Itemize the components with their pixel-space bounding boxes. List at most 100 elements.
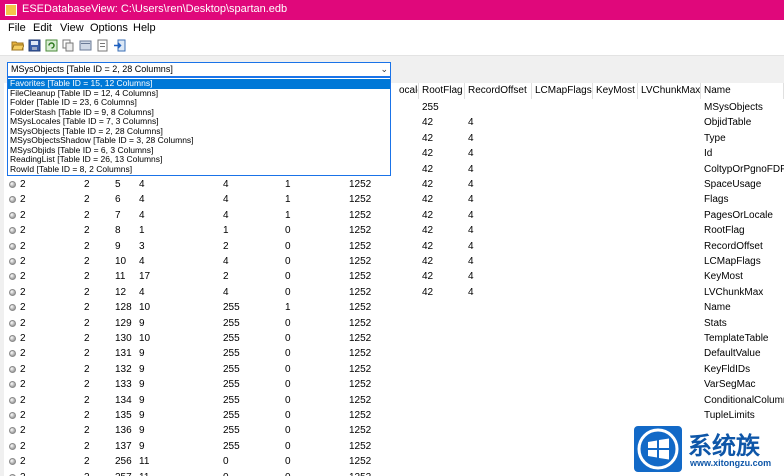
watermark-url: www.xitongzu.com [690, 458, 772, 468]
grid-cell-c5: 255 [223, 410, 240, 421]
grid-cell-c4: 9 [139, 394, 145, 406]
grid-cell-root-flag: 42 [422, 209, 434, 221]
row-status-icon [9, 335, 16, 342]
grid-cell-c5: 255 [223, 333, 240, 344]
grid-cell-locale: 1252 [349, 379, 372, 391]
grid-cell-c1: 2 [20, 194, 26, 206]
grid-cell-c5: 4 [223, 209, 229, 221]
properties-icon[interactable] [96, 39, 109, 52]
grid-cell-c2: 2 [84, 456, 90, 468]
column-header-locale[interactable]: ocale [396, 83, 419, 99]
grid-cell-c3: 137 [115, 440, 132, 452]
table-selector[interactable]: MSysObjects [Table ID = 2, 28 Columns] ⌄ [7, 62, 391, 77]
table-option[interactable]: RowId [Table ID = 8, 2 Columns] [8, 164, 390, 175]
row-status-icon [9, 427, 16, 435]
grid-cell-name: PagesOrLocale [704, 209, 773, 221]
grid-cell-c6: 0 [285, 425, 291, 437]
grid-cell-c5: 4 [223, 179, 229, 190]
grid-cell-c5: 2 [223, 240, 229, 252]
table-selector-dropdown[interactable]: Favorites [Table ID = 15, 12 Columns] Fil… [7, 77, 391, 176]
grid-cell-root-flag: 42 [422, 286, 434, 298]
grid-cell-c3: 5 [115, 179, 121, 190]
grid-cell-c6: 0 [285, 456, 291, 468]
grid-cell-locale: 1252 [349, 425, 372, 437]
grid-cell-c5: 1 [223, 225, 229, 237]
column-header-name[interactable]: Name [701, 83, 784, 99]
row-status-icon [9, 211, 16, 219]
grid-cell-c2: 2 [84, 286, 90, 298]
row-status-icon [9, 273, 16, 281]
grid-cell-c6: 0 [285, 440, 291, 452]
save-icon[interactable] [28, 39, 41, 52]
row-status-icon [9, 365, 16, 373]
grid-cell-c4: 9 [139, 379, 145, 391]
grid-cell-c3: 131 [115, 348, 132, 360]
menu-help[interactable]: Help [133, 22, 156, 34]
grid-cell-root-flag: 42 [422, 194, 434, 206]
exit-icon[interactable] [113, 39, 126, 52]
column-header-key-most[interactable]: KeyMost [593, 83, 638, 99]
column-header-root-flag[interactable]: RootFlag [419, 83, 465, 99]
grid-cell-c5: 255 [223, 425, 240, 437]
grid-cell-c6: 0 [285, 286, 291, 298]
grid-cell-name: KeyMost [704, 271, 743, 283]
grid-cell-c3: 130 [115, 333, 132, 344]
grid-cell-c1: 2 [20, 379, 26, 391]
menu-options[interactable]: Options [90, 22, 128, 34]
row-status-icon [9, 196, 16, 204]
grid-cell-c4: 11 [139, 456, 150, 468]
column-header-record-offset[interactable]: RecordOffset [465, 83, 532, 99]
grid-cell-c3: 6 [115, 194, 121, 206]
row-status-icon [9, 396, 16, 404]
table-selector-value: MSysObjects [Table ID = 2, 28 Columns] [11, 64, 173, 74]
refresh-icon[interactable] [45, 39, 58, 52]
grid-cell-c3: 7 [115, 209, 121, 221]
chevron-down-icon[interactable]: ⌄ [380, 63, 388, 76]
menu-file[interactable]: File [8, 22, 26, 34]
copy-icon[interactable] [62, 39, 75, 52]
grid-cell-c2: 2 [84, 363, 90, 375]
main-content: ocale RootFlag RecordOffset LCMapFlags K… [0, 56, 784, 476]
grid-cell-name: ObjidTable [704, 117, 752, 129]
grid-cell-root-flag: 42 [422, 225, 434, 237]
grid-cell-record-offset: 4 [468, 209, 474, 221]
grid-cell-c5: 255 [223, 394, 240, 406]
grid-cell-c1: 2 [20, 456, 26, 468]
toolbar [0, 36, 784, 56]
grid-cell-c1: 2 [20, 179, 26, 190]
grid-cell-c3: 129 [115, 317, 132, 329]
grid-cell-locale: 1252 [349, 225, 372, 237]
row-status-icon [9, 350, 16, 358]
grid-cell-locale: 1252 [349, 456, 372, 468]
grid-cell-name: Name [704, 302, 731, 314]
grid-cell-c5: 255 [223, 348, 240, 360]
grid-cell-c2: 2 [84, 379, 90, 391]
menu-edit[interactable]: Edit [33, 22, 52, 34]
grid-cell-c1: 2 [20, 394, 26, 406]
column-header-lc-map-flags[interactable]: LCMapFlags [532, 83, 593, 99]
grid-cell-c6: 1 [285, 194, 291, 206]
grid-cell-c4: 10 [139, 333, 151, 344]
grid-cell-c1: 2 [20, 209, 26, 221]
grid-cell-c6: 0 [285, 379, 291, 391]
grid-cell-c4: 9 [139, 425, 145, 437]
grid-cell-name: SpaceUsage [704, 179, 762, 190]
grid-cell-c1: 2 [20, 472, 26, 476]
grid-cell-c2: 2 [84, 348, 90, 360]
html-report-icon[interactable] [79, 39, 92, 52]
grid-cell-root-flag: 42 [422, 179, 434, 190]
grid-cell-c6: 0 [285, 472, 291, 476]
grid-cell-record-offset: 4 [468, 240, 474, 252]
grid-cell-name: TemplateTable [704, 333, 769, 344]
grid-cell-root-flag: 42 [422, 148, 434, 160]
grid-cell-c3: 132 [115, 363, 132, 375]
open-folder-icon[interactable] [11, 39, 25, 52]
grid-cell-locale: 1252 [349, 410, 372, 421]
grid-cell-locale: 1252 [349, 240, 372, 252]
menu-view[interactable]: View [60, 22, 84, 34]
grid-cell-locale: 1252 [349, 256, 372, 267]
grid-cell-c6: 0 [285, 333, 291, 344]
grid-cell-c4: 4 [139, 286, 145, 298]
column-header-lv-chunk-max[interactable]: LVChunkMax [638, 83, 701, 99]
grid-cell-c1: 2 [20, 271, 26, 283]
